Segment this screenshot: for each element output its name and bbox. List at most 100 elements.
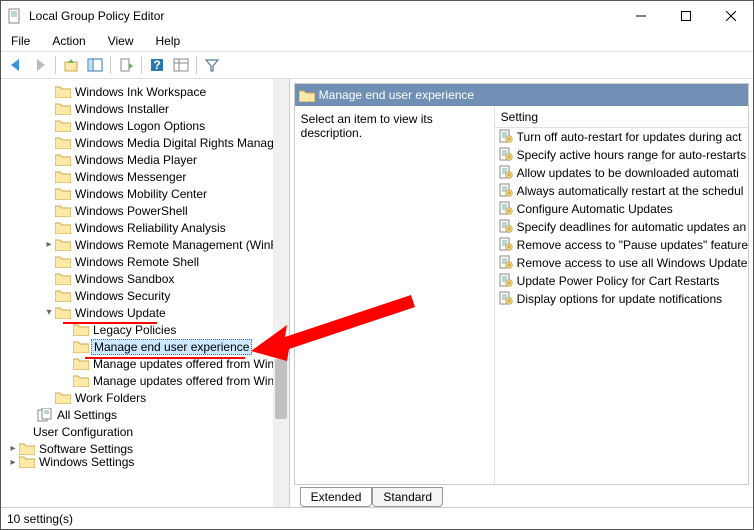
expand-icon[interactable]: ▸: [7, 457, 19, 468]
tab-extended[interactable]: Extended: [300, 487, 373, 507]
minimize-button[interactable]: [618, 1, 663, 31]
folder-icon: [55, 85, 71, 99]
filter-button[interactable]: [201, 54, 223, 76]
setting-icon: [499, 183, 513, 200]
folder-icon: [73, 340, 89, 354]
setting-item[interactable]: Remove access to "Pause updates" feature: [495, 236, 748, 254]
tree-item[interactable]: Manage end user experience: [1, 338, 289, 355]
tree-item-label: Work Folders: [73, 391, 148, 405]
tree-item-label: Windows Ink Workspace: [73, 85, 208, 99]
tree-item[interactable]: Manage updates offered from Win: [1, 372, 289, 389]
menu-file[interactable]: File: [7, 32, 34, 50]
tree-item[interactable]: Windows Security: [1, 287, 289, 304]
tree-item[interactable]: Windows Sandbox: [1, 270, 289, 287]
setting-label: Update Power Policy for Cart Restarts: [517, 274, 720, 288]
expand-icon[interactable]: ▸: [7, 443, 19, 454]
tree-item[interactable]: Windows Media Digital Rights Manage: [1, 134, 289, 151]
export-button[interactable]: [115, 54, 137, 76]
menu-view[interactable]: View: [104, 32, 138, 50]
folder-icon: [55, 238, 71, 252]
setting-item[interactable]: Always automatically restart at the sche…: [495, 182, 748, 200]
close-button[interactable]: [708, 1, 753, 31]
column-header-setting[interactable]: Setting: [495, 106, 748, 128]
statusbar: 10 setting(s): [1, 507, 753, 529]
tree-item[interactable]: All Settings: [1, 406, 289, 423]
tree-item[interactable]: Windows Logon Options: [1, 117, 289, 134]
svg-text:?: ?: [153, 58, 160, 72]
setting-label: Allow updates to be downloaded automati: [517, 166, 739, 180]
menubar: File Action View Help: [1, 31, 753, 51]
menu-help[interactable]: Help: [152, 32, 185, 50]
setting-icon: [499, 129, 513, 146]
tab-standard[interactable]: Standard: [372, 487, 443, 507]
setting-item[interactable]: Turn off auto-restart for updates during…: [495, 128, 748, 146]
folder-icon: [73, 323, 89, 337]
folder-icon: [55, 272, 71, 286]
menu-action[interactable]: Action: [48, 32, 89, 50]
setting-label: Configure Automatic Updates: [517, 202, 673, 216]
setting-label: Display options for update notifications: [517, 292, 722, 306]
setting-icon: [499, 291, 513, 308]
tree-scrollbar[interactable]: [273, 79, 289, 507]
tree-item-label: Windows Remote Shell: [73, 255, 201, 269]
forward-button[interactable]: [29, 54, 51, 76]
maximize-button[interactable]: [663, 1, 708, 31]
show-hide-tree-button[interactable]: [84, 54, 106, 76]
setting-label: Always automatically restart at the sche…: [517, 184, 744, 198]
setting-item[interactable]: Specify active hours range for auto-rest…: [495, 146, 748, 164]
tree-item-label: Windows Mobility Center: [73, 187, 209, 201]
setting-item[interactable]: Remove access to use all Windows Update: [495, 254, 748, 272]
tree-item[interactable]: User Configuration: [1, 423, 289, 440]
main-title: Manage end user experience: [319, 88, 474, 102]
tree-item[interactable]: ▸Windows Settings: [1, 457, 289, 467]
up-button[interactable]: [60, 54, 82, 76]
tree-item[interactable]: Windows Remote Shell: [1, 253, 289, 270]
tree-item[interactable]: Work Folders: [1, 389, 289, 406]
tree-item[interactable]: Windows Ink Workspace: [1, 83, 289, 100]
setting-label: Turn off auto-restart for updates during…: [517, 130, 742, 144]
expand-icon[interactable]: ▸: [43, 239, 55, 250]
titlebar: Local Group Policy Editor: [1, 1, 753, 31]
properties-button[interactable]: [170, 54, 192, 76]
tree-item-label: Windows Messenger: [73, 170, 188, 184]
main-header: Manage end user experience: [295, 84, 748, 106]
tree-item[interactable]: Windows Messenger: [1, 168, 289, 185]
setting-item[interactable]: Update Power Policy for Cart Restarts: [495, 272, 748, 290]
folder-icon: [55, 153, 71, 167]
back-button[interactable]: [5, 54, 27, 76]
setting-item[interactable]: Specify deadlines for automatic updates …: [495, 218, 748, 236]
folder-icon: [55, 136, 71, 150]
tree-item[interactable]: Windows Mobility Center: [1, 185, 289, 202]
tree-item[interactable]: Windows Reliability Analysis: [1, 219, 289, 236]
tree-item-label: Windows Remote Management (WinR: [73, 238, 281, 252]
setting-label: Remove access to "Pause updates" feature: [517, 238, 748, 252]
main-pane: Manage end user experience Select an ite…: [290, 79, 753, 507]
tree-item[interactable]: ▸ Windows Remote Management (WinR: [1, 236, 289, 253]
tree-item[interactable]: Windows Media Player: [1, 151, 289, 168]
expand-icon[interactable]: ▾: [43, 307, 55, 318]
tree-item-label: Software Settings: [37, 442, 135, 456]
setting-icon: [499, 255, 513, 272]
setting-item[interactable]: Allow updates to be downloaded automati: [495, 164, 748, 182]
tree-item-label: User Configuration: [31, 425, 135, 439]
folder-icon: [55, 102, 71, 116]
setting-icon: [499, 147, 513, 164]
tree-item[interactable]: ▾Windows Update: [1, 304, 289, 321]
setting-item[interactable]: Display options for update notifications: [495, 290, 748, 308]
tree-item[interactable]: Windows Installer: [1, 100, 289, 117]
status-text: 10 setting(s): [7, 512, 73, 526]
help-button[interactable]: ?: [146, 54, 168, 76]
description-panel: Select an item to view its description.: [295, 106, 495, 484]
folder-icon: [73, 374, 89, 388]
setting-icon: [499, 273, 513, 290]
tree-item[interactable]: Windows PowerShell: [1, 202, 289, 219]
window-title: Local Group Policy Editor: [29, 9, 618, 23]
tree-item-label: Windows Media Player: [73, 153, 199, 167]
folder-icon: [55, 119, 71, 133]
folder-icon: [55, 306, 71, 320]
tree-pane: Windows Ink WorkspaceWindows InstallerWi…: [1, 79, 290, 507]
folder-icon: [55, 170, 71, 184]
tree-item-label: Manage end user experience: [91, 339, 252, 355]
toolbar: ?: [1, 51, 753, 79]
setting-item[interactable]: Configure Automatic Updates: [495, 200, 748, 218]
